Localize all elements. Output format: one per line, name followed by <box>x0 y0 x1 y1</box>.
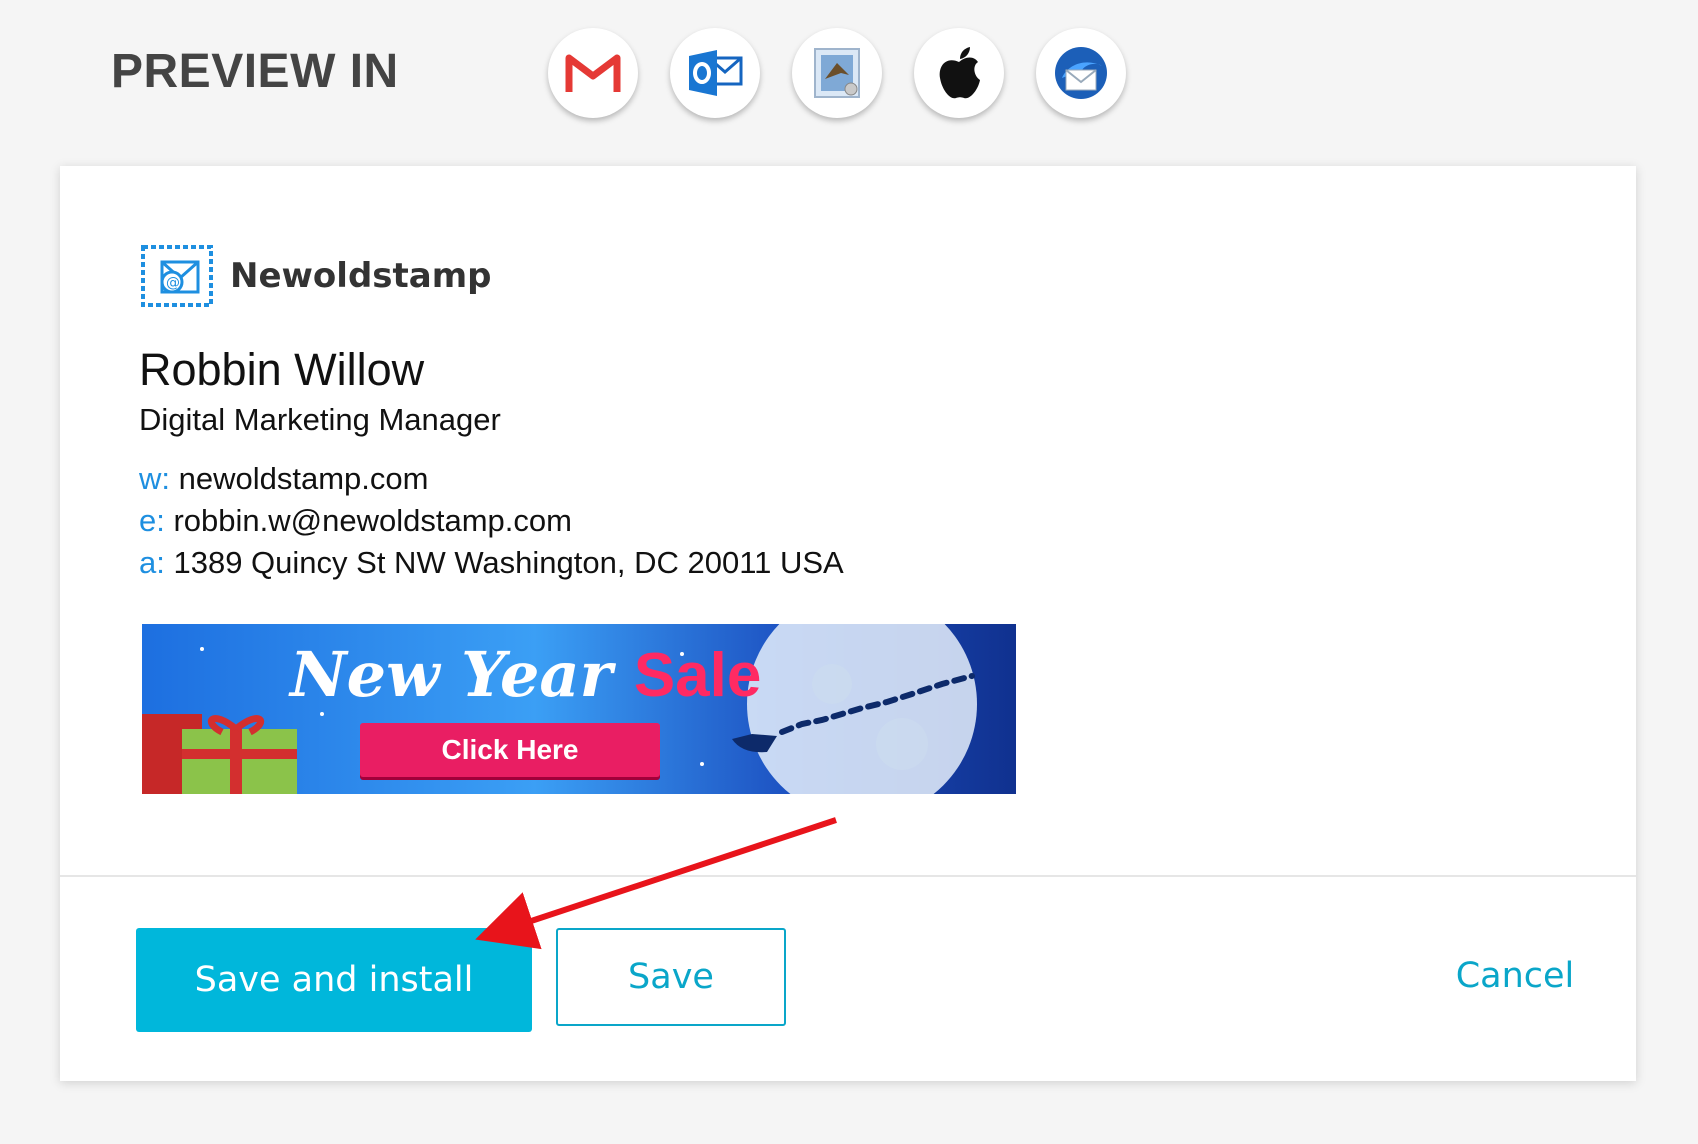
annotation-arrow <box>475 817 837 950</box>
